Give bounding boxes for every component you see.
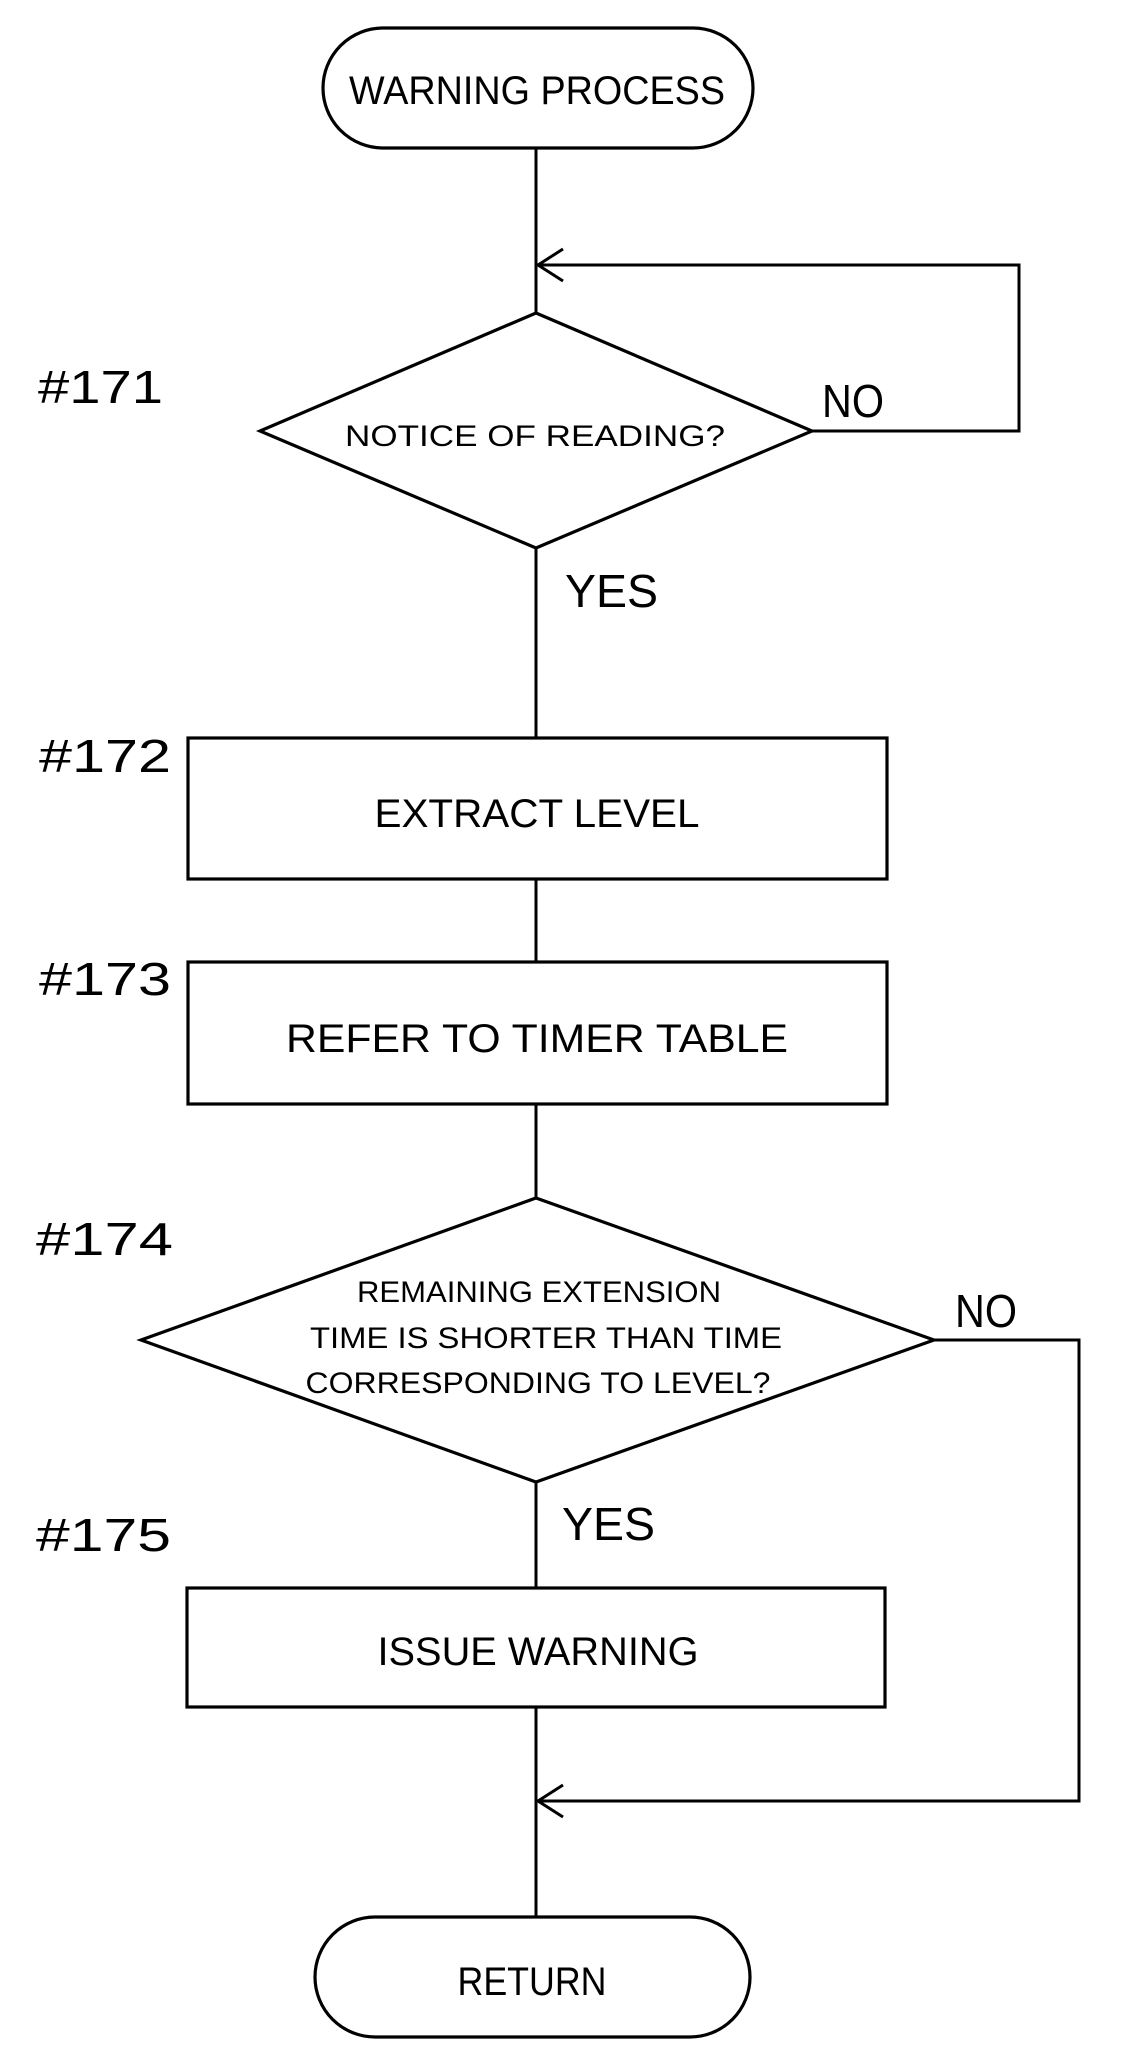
- decision-174: REMAINING EXTENSION TIME IS SHORTER THAN…: [136, 1196, 939, 1484]
- process-175: ISSUE WARNING: [185, 1586, 887, 1709]
- start-terminal: WARNING PROCESS: [321, 26, 755, 150]
- step-label-174: #174: [36, 1213, 173, 1265]
- step-label-173: #173: [39, 953, 171, 1005]
- branch-yes-174: YES: [562, 1498, 655, 1550]
- branch-no-174: NO: [955, 1285, 1017, 1337]
- decision-171-text: NOTICE OF READING?: [345, 420, 725, 453]
- flowchart: WARNING PROCESS #171 NOTICE OF READING? …: [36, 26, 1081, 2039]
- step-label-172: #172: [39, 730, 171, 782]
- start-terminal-text: WARNING PROCESS: [349, 69, 725, 113]
- step-label-171: #171: [38, 361, 163, 413]
- process-175-text: ISSUE WARNING: [378, 1630, 699, 1674]
- process-172: EXTRACT LEVEL: [186, 736, 889, 881]
- decision-171: NOTICE OF READING?: [255, 311, 817, 550]
- end-terminal-text: RETURN: [458, 1960, 607, 2004]
- process-173-text: REFER TO TIMER TABLE: [286, 1017, 788, 1061]
- branch-no-171: NO: [822, 375, 884, 427]
- process-173: REFER TO TIMER TABLE: [186, 960, 889, 1106]
- step-label-175: #175: [36, 1509, 171, 1561]
- decision-174-text-line-1: REMAINING EXTENSION: [357, 1276, 721, 1309]
- decision-174-text-line-3: CORRESPONDING TO LEVEL?: [306, 1367, 771, 1400]
- branch-yes-171: YES: [565, 565, 658, 617]
- process-172-text: EXTRACT LEVEL: [375, 792, 700, 836]
- decision-174-text-line-2: TIME IS SHORTER THAN TIME: [310, 1322, 782, 1355]
- end-terminal: RETURN: [313, 1915, 752, 2039]
